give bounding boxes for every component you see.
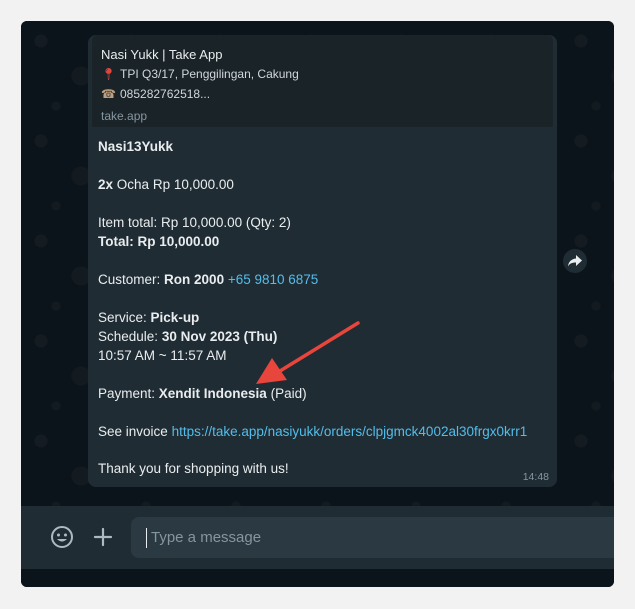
message-timestamp: 14:48 xyxy=(522,471,549,483)
payment-method: Xendit Indonesia xyxy=(158,386,267,401)
service-label: Service: xyxy=(98,310,147,325)
item-total: Item total: Rp 10,000.00 (Qty: 2) xyxy=(98,215,291,230)
preview-phone-line: ☎︎ 085282762518... xyxy=(101,87,210,101)
shop-name: Nasi13Yukk xyxy=(98,139,174,154)
invoice-link[interactable]: https://take.app/nasiyukk/orders/clpjgmc… xyxy=(172,424,528,439)
schedule-value: 30 Nov 2023 (Thu) xyxy=(161,329,278,344)
payment-label: Payment: xyxy=(98,386,156,401)
link-preview[interactable]: Nasi Yukk | Take App 📍︎ TPI Q3/17, Penggi… xyxy=(92,35,553,127)
payment-status: (Paid) xyxy=(270,386,307,401)
schedule-label: Schedule: xyxy=(98,329,159,344)
plus-icon xyxy=(93,527,113,547)
emoji-button[interactable] xyxy=(48,523,76,551)
service-value: Pick-up xyxy=(150,310,200,325)
message-input[interactable]: Type a message xyxy=(131,517,614,558)
message-bubble[interactable]: Nasi Yukk | Take App 📍︎ TPI Q3/17, Penggi… xyxy=(88,35,557,487)
emoji-icon xyxy=(51,526,73,548)
schedule-line: Schedule: 30 Nov 2023 (Thu) xyxy=(98,329,277,344)
item-qty: 2x xyxy=(98,177,114,192)
message-composer: Type a message xyxy=(21,506,614,569)
forward-button[interactable] xyxy=(563,249,587,273)
chat-window: Nasi Yukk | Take App 📍︎ TPI Q3/17, Penggi… xyxy=(21,21,614,587)
window-bottom-bar xyxy=(21,569,614,587)
order-total: Total: Rp 10,000.00 xyxy=(98,234,220,249)
message-placeholder: Type a message xyxy=(151,529,262,546)
payment-line: Payment: Xendit Indonesia (Paid) xyxy=(98,386,307,401)
invoice-line: See invoice https://take.app/nasiyukk/or… xyxy=(98,424,527,439)
text-caret xyxy=(146,527,147,548)
preview-address: TPI Q3/17, Penggilingan, Cakung xyxy=(120,67,299,81)
customer-line: Customer: Ron 2000 +65 9810 6875 xyxy=(98,272,318,287)
customer-phone-link[interactable]: +65 9810 6875 xyxy=(228,272,318,287)
forward-icon xyxy=(568,255,582,267)
order-item: 2x Ocha Rp 10,000.00 xyxy=(98,177,234,192)
invoice-label: See invoice xyxy=(98,424,168,439)
preview-phone: 085282762518... xyxy=(120,87,211,101)
preview-address-line: 📍︎ TPI Q3/17, Penggilingan, Cakung xyxy=(101,67,299,81)
thanks-text: Thank you for shopping with us! xyxy=(98,461,289,476)
customer-name: Ron 2000 xyxy=(164,272,225,287)
time-range: 10:57 AM ~ 11:57 AM xyxy=(98,348,227,363)
item-desc: Ocha Rp 10,000.00 xyxy=(116,177,234,192)
preview-domain: take.app xyxy=(101,109,148,123)
phone-icon: ☎︎ xyxy=(101,87,116,101)
preview-title: Nasi Yukk | Take App xyxy=(101,47,223,62)
pin-icon: 📍︎ xyxy=(101,67,117,81)
service-line: Service: Pick-up xyxy=(98,310,199,325)
customer-label: Customer: xyxy=(98,272,161,287)
attach-button[interactable] xyxy=(89,523,117,551)
